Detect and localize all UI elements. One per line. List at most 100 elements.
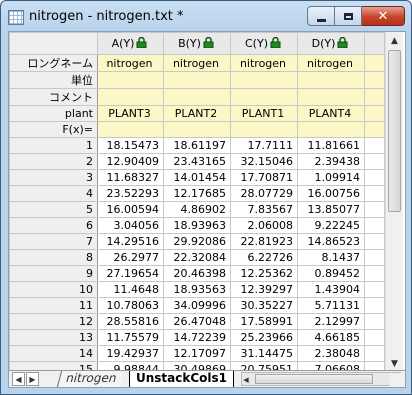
data-cell[interactable]: 22.32084: [163, 249, 231, 266]
first-sheet-icon[interactable]: ◀: [12, 372, 25, 386]
data-cell[interactable]: 27.19654: [97, 265, 164, 282]
row-number[interactable]: 11: [9, 297, 98, 314]
meta-row-label[interactable]: F(x)=: [9, 121, 98, 138]
minimize-button[interactable]: [307, 6, 335, 26]
data-cell[interactable]: 18.93563: [163, 281, 231, 298]
data-cell[interactable]: 18.93963: [163, 217, 231, 234]
data-cell[interactable]: 7.83567: [230, 201, 298, 218]
row-number[interactable]: 6: [9, 217, 98, 234]
meta-cell[interactable]: [230, 88, 298, 106]
data-cell[interactable]: 2.06008: [230, 217, 298, 234]
data-cell[interactable]: 12.25362: [230, 265, 298, 282]
data-cell[interactable]: 23.52293: [97, 185, 164, 202]
row-number[interactable]: 13: [9, 329, 98, 346]
meta-cell[interactable]: [163, 88, 231, 106]
data-cell[interactable]: 31.14475: [230, 345, 298, 362]
data-cell[interactable]: 28.55816: [97, 313, 164, 330]
meta-cell-empty[interactable]: [364, 105, 385, 122]
data-cell[interactable]: 34.09996: [163, 297, 231, 314]
data-cell[interactable]: 8.1437: [297, 249, 365, 266]
meta-cell[interactable]: [163, 71, 231, 89]
data-cell[interactable]: 11.81661: [297, 137, 365, 154]
data-cell[interactable]: 3.04056: [97, 217, 164, 234]
data-cell[interactable]: 26.2977: [97, 249, 164, 266]
data-cell[interactable]: 9.22245: [297, 217, 365, 234]
data-cell[interactable]: 26.47048: [163, 313, 231, 330]
next-sheet-icon[interactable]: ▶: [26, 372, 39, 386]
data-cell[interactable]: 29.92086: [163, 233, 231, 250]
meta-row-label[interactable]: plant: [9, 105, 98, 122]
row-number[interactable]: 3: [9, 169, 98, 186]
meta-cell[interactable]: [163, 121, 231, 138]
data-cell-empty[interactable]: [364, 313, 385, 330]
resize-grip-icon[interactable]: [390, 373, 405, 387]
meta-row-label[interactable]: コメント: [9, 88, 98, 106]
data-cell[interactable]: 20.46398: [163, 265, 231, 282]
data-cell[interactable]: 1.09914: [297, 169, 365, 186]
column-header-b[interactable]: B(Y): [163, 32, 231, 55]
data-cell[interactable]: 2.39438: [297, 153, 365, 170]
data-cell[interactable]: 30.35227: [230, 297, 298, 314]
meta-row-label[interactable]: 単位: [9, 71, 98, 89]
data-cell[interactable]: 12.17685: [163, 185, 231, 202]
data-cell[interactable]: 5.71131: [297, 297, 365, 314]
data-cell-empty[interactable]: [364, 329, 385, 346]
row-number[interactable]: 8: [9, 249, 98, 266]
data-cell[interactable]: 1.43904: [297, 281, 365, 298]
meta-cell[interactable]: PLANT3: [97, 105, 164, 122]
title-bar[interactable]: nitrogen - nitrogen.txt * ✕: [1, 1, 411, 31]
meta-cell[interactable]: [297, 88, 365, 106]
column-header-c[interactable]: C(Y): [230, 32, 298, 55]
data-cell-empty[interactable]: [364, 265, 385, 282]
data-cell[interactable]: 17.7111: [230, 137, 298, 154]
meta-cell[interactable]: PLANT2: [163, 105, 231, 122]
meta-cell-empty[interactable]: [364, 71, 385, 89]
meta-cell[interactable]: PLANT4: [297, 105, 365, 122]
data-cell[interactable]: 23.43165: [163, 153, 231, 170]
meta-cell[interactable]: [97, 121, 164, 138]
data-cell-empty[interactable]: [364, 281, 385, 298]
meta-cell-empty[interactable]: [364, 121, 385, 138]
meta-cell[interactable]: [97, 88, 164, 106]
row-number[interactable]: 7: [9, 233, 98, 250]
meta-cell-empty[interactable]: [364, 54, 385, 72]
horizontal-scrollbar[interactable]: ◀ ▶: [241, 372, 401, 386]
data-cell-empty[interactable]: [364, 169, 385, 186]
vertical-scroll-thumb[interactable]: [388, 50, 401, 212]
data-cell[interactable]: 4.66185: [297, 329, 365, 346]
data-cell[interactable]: 11.75579: [97, 329, 164, 346]
meta-cell[interactable]: PLANT1: [230, 105, 298, 122]
data-cell[interactable]: 18.61197: [163, 137, 231, 154]
data-cell-empty[interactable]: [364, 249, 385, 266]
data-cell[interactable]: 12.39297: [230, 281, 298, 298]
sheet-tab-unstackcols1[interactable]: UnstackCols1: [129, 371, 235, 387]
row-number[interactable]: 5: [9, 201, 98, 218]
data-cell-empty[interactable]: [364, 233, 385, 250]
data-cell[interactable]: 18.15473: [97, 137, 164, 154]
row-number[interactable]: 9: [9, 265, 98, 282]
row-number[interactable]: 12: [9, 313, 98, 330]
data-cell-empty[interactable]: [364, 297, 385, 314]
data-cell-empty[interactable]: [364, 201, 385, 218]
column-header-empty[interactable]: [364, 32, 385, 55]
data-cell-empty[interactable]: [364, 217, 385, 234]
meta-cell[interactable]: nitrogen: [297, 54, 365, 72]
scroll-up-icon[interactable]: ▲: [386, 32, 403, 49]
data-cell-empty[interactable]: [364, 153, 385, 170]
meta-cell[interactable]: [97, 71, 164, 89]
close-button[interactable]: ✕: [362, 6, 405, 26]
meta-cell[interactable]: nitrogen: [230, 54, 298, 72]
data-cell[interactable]: 22.81923: [230, 233, 298, 250]
meta-cell[interactable]: nitrogen: [97, 54, 164, 72]
data-cell-empty[interactable]: [364, 345, 385, 362]
meta-row-label[interactable]: ロングネーム: [9, 54, 98, 72]
row-number[interactable]: 14: [9, 345, 98, 362]
data-cell[interactable]: 12.17097: [163, 345, 231, 362]
data-cell[interactable]: 16.00594: [97, 201, 164, 218]
data-cell[interactable]: 14.72239: [163, 329, 231, 346]
data-cell[interactable]: 14.01454: [163, 169, 231, 186]
data-cell[interactable]: 0.89452: [297, 265, 365, 282]
data-cell[interactable]: 17.58991: [230, 313, 298, 330]
data-cell[interactable]: 28.07729: [230, 185, 298, 202]
maximize-button[interactable]: [335, 6, 362, 26]
